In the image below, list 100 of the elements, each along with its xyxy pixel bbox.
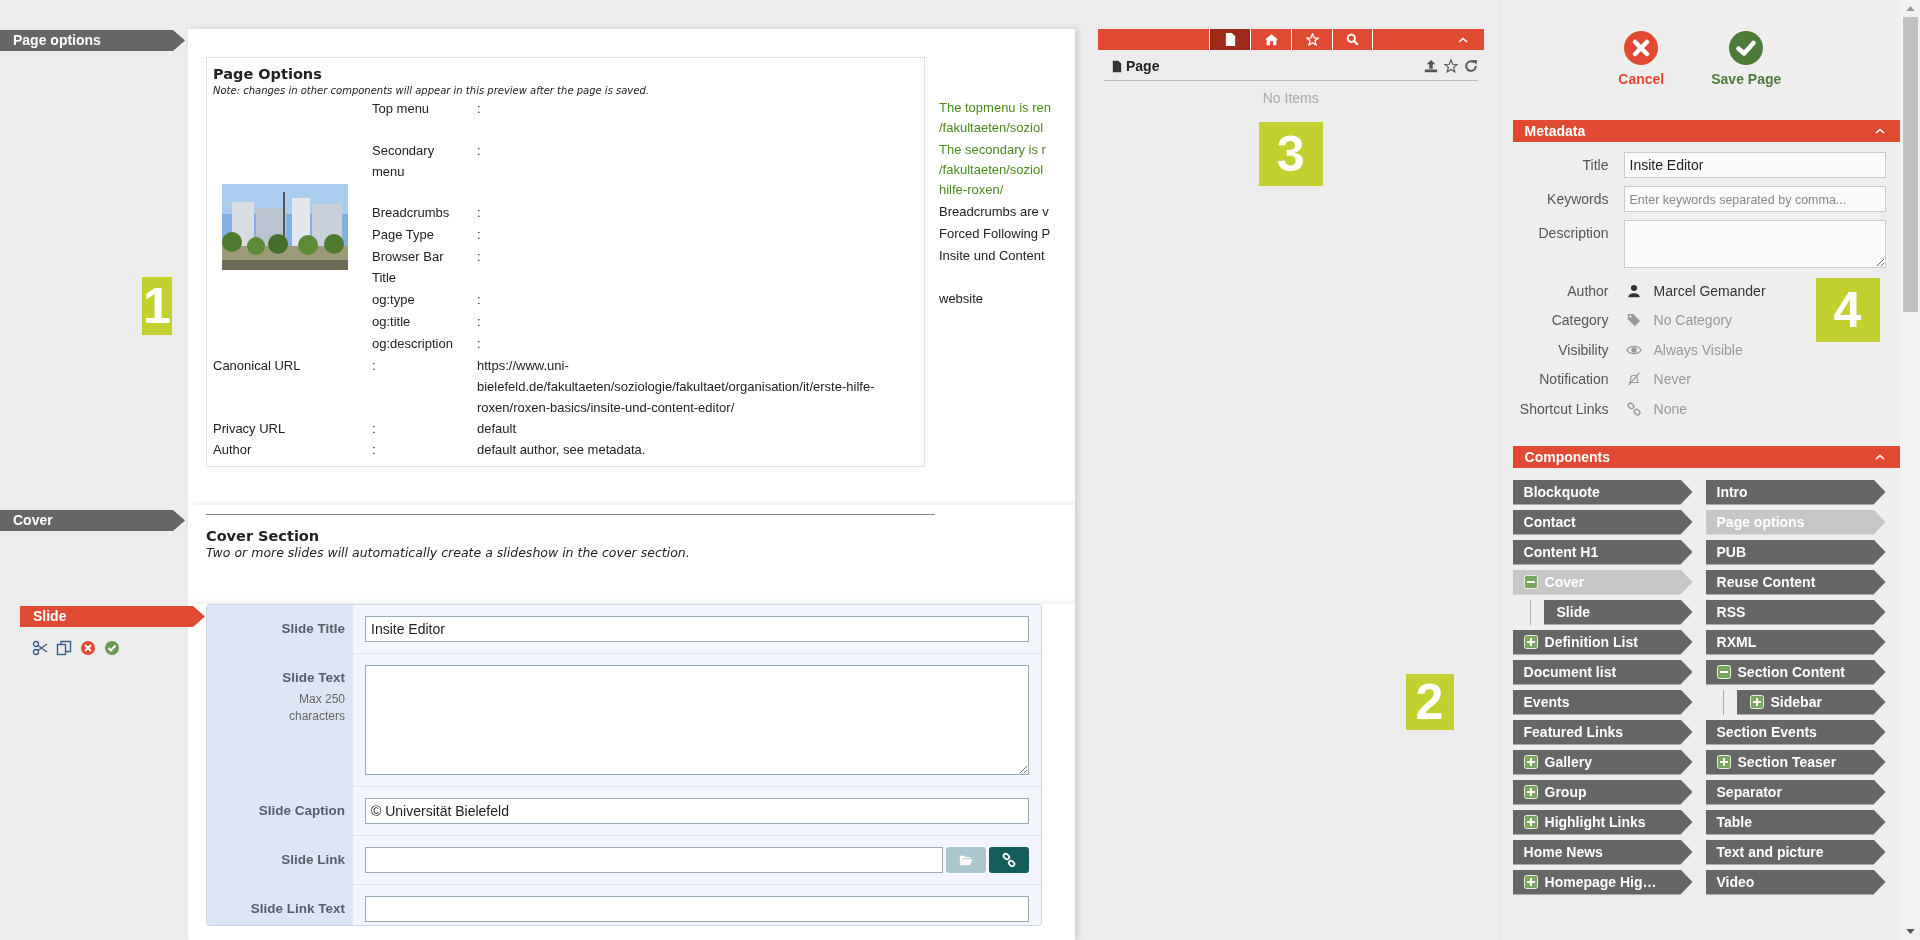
component-item[interactable]: Events [1512,689,1693,715]
input-field[interactable] [365,847,943,873]
component-item[interactable]: Intro [1705,479,1886,505]
home-icon [1264,33,1278,46]
component-item[interactable]: Reuse Content [1705,569,1886,595]
callout-number: 4 [1815,278,1880,342]
component-item[interactable]: Section Teaser [1705,749,1886,775]
input-field[interactable] [365,896,1029,922]
section-tag[interactable]: Slide [20,606,205,627]
check-icon[interactable] [104,640,120,656]
option-value: Forced Following P [939,225,1052,243]
component-item[interactable]: PUB [1705,539,1886,565]
info-value: Always Visible [1653,341,1743,358]
link-button[interactable] [989,847,1029,873]
panel-heading: Page Options [213,66,323,82]
folder-icon [959,853,973,867]
minus-box-icon [1523,575,1538,589]
collapse-icon [1875,453,1886,460]
page-tab[interactable] [1209,29,1250,50]
component-item[interactable]: Section Events [1705,719,1886,745]
cancel-button[interactable]: Cancel [1611,30,1672,90]
section-note: Two or more slides will automatically create a slideshow in the cover section. [206,545,691,560]
delete-icon[interactable] [80,640,96,656]
scissors-icon[interactable] [32,640,48,656]
close-icon [1623,30,1660,66]
option-value: website [939,290,985,308]
option-label: Breadcrumbs [372,204,451,222]
component-item[interactable]: Homepage Hig… [1512,869,1693,895]
check-icon [1728,30,1765,66]
muted-bell-icon [1625,372,1642,387]
info-label: Author [1566,281,1609,301]
component-item[interactable]: Slide [1543,599,1693,625]
component-item[interactable]: Document list [1512,659,1693,685]
colon: : [477,226,482,244]
section-tag[interactable]: Cover [0,510,185,531]
colon: : [477,204,482,222]
component-item[interactable]: Highlight Links [1512,809,1693,835]
section-header[interactable]: Components [1512,445,1901,468]
option-label: Secondary menu [372,142,436,181]
plus-box-icon [1523,755,1538,769]
field-label: Slide Text [282,669,345,687]
component-item[interactable]: Home News [1512,839,1693,865]
option-label: Privacy URL [213,420,287,438]
star-icon[interactable] [1443,59,1458,73]
field-label: Slide Link [281,851,345,869]
scroll-up-icon[interactable] [1905,6,1915,11]
upload-icon[interactable] [1423,59,1438,73]
component-item[interactable]: RSS [1705,599,1886,625]
component-item[interactable]: Gallery [1512,749,1693,775]
star-icon [1305,33,1319,46]
collapse-icon[interactable] [1457,36,1468,43]
copy-icon[interactable] [56,640,72,656]
colon: : [372,357,377,375]
input-field[interactable]: Insite Editor [365,616,1029,642]
text-area[interactable] [365,665,1029,775]
colon: : [477,313,482,331]
section-tag[interactable]: Page options [0,30,185,51]
refresh-icon[interactable] [1463,59,1478,73]
input-field[interactable]: Enter keywords separated by comma... [1623,186,1886,212]
section-header[interactable]: Metadata [1512,120,1901,142]
colon: : [477,291,482,309]
plus-box-icon [1749,695,1764,709]
info-label: Notification [1538,370,1609,390]
component-item[interactable]: Separator [1705,779,1886,805]
component-item[interactable]: Contact [1512,509,1693,535]
person-icon [1625,283,1642,298]
option-value: Insite und Content [939,247,1046,265]
component-item[interactable]: Table [1705,809,1886,835]
colon: : [477,142,482,160]
scrollbar[interactable] [1900,0,1920,940]
option-value: /fakultaeten/soziol [939,119,1045,137]
component-item[interactable]: Group [1512,779,1693,805]
minus-box-icon [1716,665,1731,679]
component-item[interactable]: Definition List [1512,629,1693,655]
colon: : [372,420,377,438]
field-label: Slide Caption [258,802,345,820]
field-label: Slide Link Text [250,900,345,918]
component-item[interactable]: RXML [1705,629,1886,655]
scroll-thumb[interactable] [1902,17,1918,312]
component-item[interactable]: Featured Links [1512,719,1693,745]
save-button[interactable]: Save Page [1711,30,1782,90]
panel-title: Page [1126,58,1160,74]
component-item[interactable]: Section Content [1705,659,1886,685]
scroll-down-icon[interactable] [1905,929,1915,934]
component-item[interactable]: Content H1 [1512,539,1693,565]
input-field[interactable]: Insite Editor [1623,152,1886,178]
input-field[interactable]: © Universität Bielefeld [365,798,1029,824]
collapse-icon [1875,128,1886,134]
component-item[interactable]: Text and picture [1705,839,1886,865]
option-value: Breadcrumbs are v [939,203,1050,221]
search-tab[interactable] [1332,29,1373,50]
field-label: Title [1581,156,1609,175]
plus-box-icon [1716,755,1731,769]
info-label: Shortcut Links [1518,399,1609,419]
option-label: Author [213,441,253,459]
field-label: Keywords [1546,190,1609,209]
component-item[interactable]: Video [1705,869,1886,895]
component-item[interactable]: Sidebar [1736,689,1886,715]
component-item[interactable]: Blockquote [1512,479,1693,505]
callout-number: 3 [1258,122,1323,186]
